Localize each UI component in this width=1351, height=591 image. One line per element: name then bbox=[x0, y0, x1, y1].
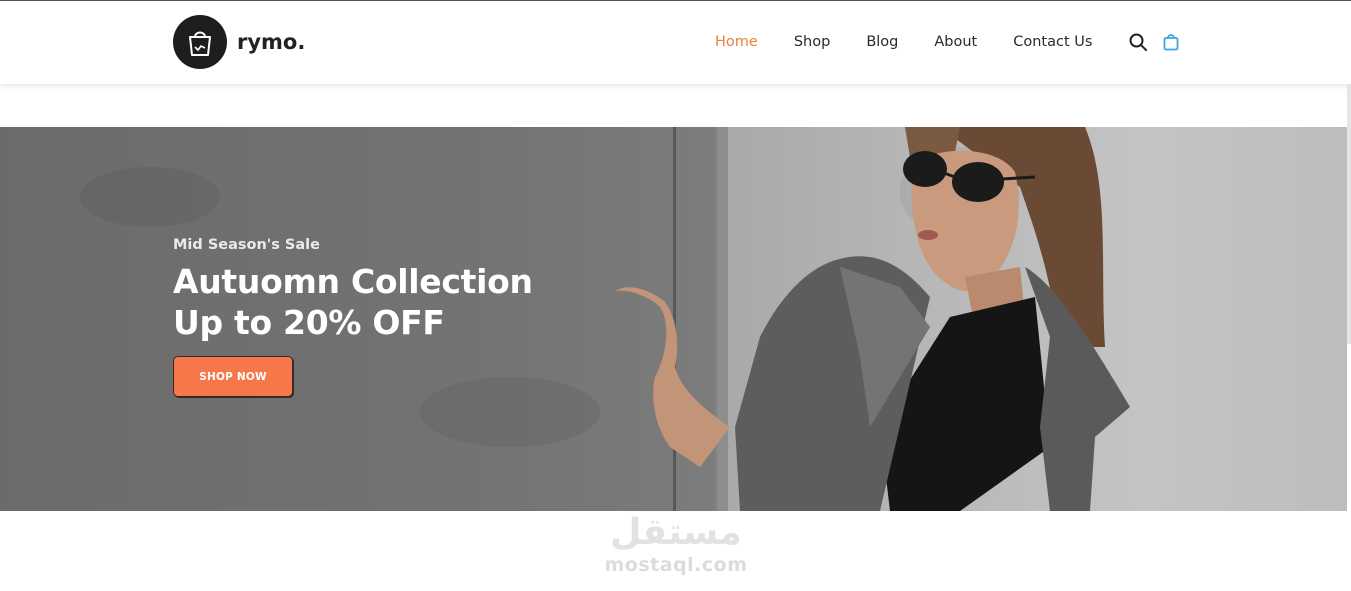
hero-headline-line2: Up to 20% OFF bbox=[173, 303, 445, 342]
page-scrollbar[interactable] bbox=[1347, 84, 1351, 344]
watermark: مستقل mostaql.com bbox=[596, 512, 756, 576]
hero-eyebrow: Mid Season's Sale bbox=[173, 237, 320, 253]
nav-link-shop[interactable]: Shop bbox=[794, 34, 830, 50]
brand-name: rymo. bbox=[237, 30, 306, 54]
brand-logo[interactable]: rymo. bbox=[173, 15, 305, 69]
nav-link-about[interactable]: About bbox=[934, 34, 977, 50]
site-header: rymo. Home Shop Blog About Contact Us bbox=[0, 1, 1351, 84]
shop-now-button[interactable]: SHOP NOW bbox=[173, 356, 293, 397]
shopping-bag-icon bbox=[173, 15, 227, 69]
search-icon[interactable] bbox=[1128, 32, 1148, 52]
watermark-arabic: مستقل bbox=[610, 512, 742, 553]
nav-link-contact[interactable]: Contact Us bbox=[1013, 34, 1092, 50]
main-nav: Home Shop Blog About Contact Us bbox=[715, 32, 1181, 52]
cart-icon[interactable] bbox=[1161, 32, 1181, 52]
nav-link-blog[interactable]: Blog bbox=[866, 34, 898, 50]
hero-content: Mid Season's Sale Autuomn Collection Up … bbox=[173, 237, 533, 397]
hero-banner: Mid Season's Sale Autuomn Collection Up … bbox=[0, 127, 1347, 511]
nav-link-home[interactable]: Home bbox=[715, 34, 758, 50]
hero-headline-line1: Autuomn Collection bbox=[173, 262, 533, 301]
watermark-latin: mostaql.com bbox=[604, 554, 748, 576]
hero-headline: Autuomn Collection Up to 20% OFF bbox=[173, 261, 533, 343]
